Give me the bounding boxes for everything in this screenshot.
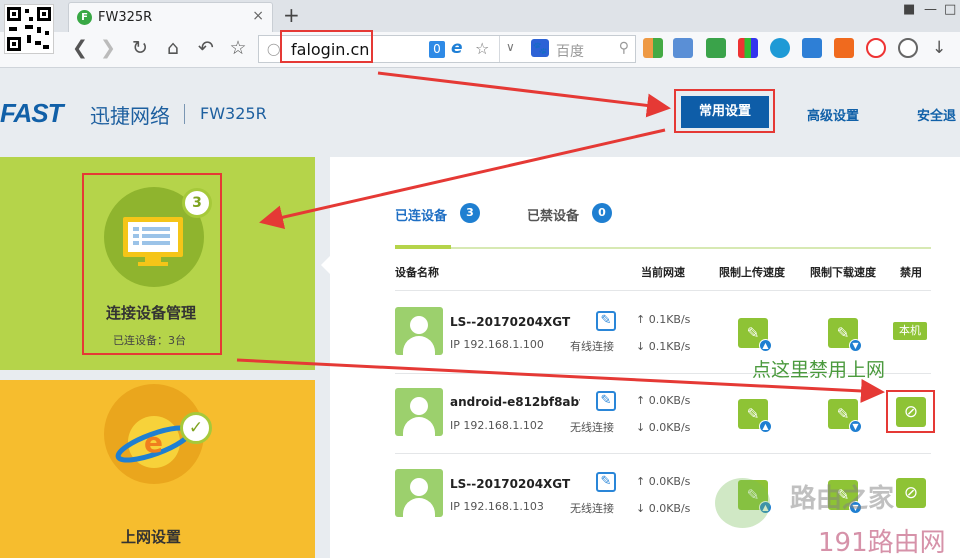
connection-type: 无线连接 xyxy=(570,421,614,434)
device-ip: IP 192.168.1.100 xyxy=(450,338,544,351)
edit-icon[interactable]: ✎ xyxy=(596,391,616,411)
cloud-icon[interactable] xyxy=(898,38,918,58)
check-icon: ✓ xyxy=(180,412,212,444)
device-ip: IP 192.168.1.102 xyxy=(450,419,544,432)
search-input[interactable]: 百度 xyxy=(556,41,584,61)
user-avatar-icon xyxy=(395,469,443,517)
refresh-icon[interactable]: ↻ xyxy=(128,37,152,59)
addr-badge[interactable]: 0 xyxy=(429,41,445,58)
menu-logout[interactable]: 安全退 xyxy=(917,105,956,124)
upload-speed: ↑ 0.0KB/s xyxy=(636,475,691,488)
ban-highlight-box xyxy=(886,390,935,433)
router-model: FW325R xyxy=(200,104,267,123)
browser-tab[interactable]: F FW325R × xyxy=(68,2,273,32)
tab-active-indicator xyxy=(395,245,451,249)
edit-icon[interactable]: ✎ xyxy=(596,472,616,492)
download-icon[interactable]: ↓ xyxy=(932,38,946,58)
brand-divider xyxy=(184,104,185,124)
browser-tabbar: F FW325R × + ■ — □ xyxy=(0,0,960,32)
apps-grid-icon[interactable] xyxy=(643,38,663,58)
watermark-logo-icon xyxy=(715,478,770,528)
arrow-up-icon: ▲ xyxy=(759,339,772,352)
minimize-icon[interactable]: — xyxy=(924,2,937,17)
maximize-icon[interactable]: □ xyxy=(944,2,956,17)
download-speed: ↓ 0.0KB/s xyxy=(636,502,691,515)
tab-close-icon[interactable]: × xyxy=(252,8,264,24)
download-limit-button[interactable]: ✎ ▼ xyxy=(828,399,862,433)
svg-text:e: e xyxy=(144,426,163,459)
device-ip: IP 192.168.1.103 xyxy=(450,500,544,513)
shirt-icon[interactable]: ■ xyxy=(903,2,915,17)
download-speed: ↓ 0.0KB/s xyxy=(636,421,691,434)
header-device-name: 设备名称 xyxy=(395,266,439,279)
watermark-text: 路由之家 xyxy=(790,484,895,514)
header-download-limit: 限制下载速度 xyxy=(810,266,876,279)
ie-mode-icon[interactable]: e xyxy=(451,38,463,58)
security-shield-icon: ◯ xyxy=(267,42,281,56)
baidu-paw-icon[interactable]: 🐾 xyxy=(531,39,549,57)
tab-blocked-devices[interactable]: 已禁设备 xyxy=(527,205,579,224)
user-avatar-icon xyxy=(395,307,443,355)
connection-type: 无线连接 xyxy=(570,502,614,515)
local-device-tag: 本机 xyxy=(893,322,927,340)
card-internet-settings[interactable]: e ✓ 上网设置 xyxy=(0,380,315,558)
tab-title: FW325R xyxy=(98,10,153,25)
tab-underline xyxy=(395,247,931,249)
search-icon[interactable]: ⚲ xyxy=(619,40,629,56)
download-limit-button[interactable]: ✎ ▼ xyxy=(828,318,862,352)
home-icon[interactable]: ⌂ xyxy=(161,37,185,59)
divider xyxy=(395,453,931,454)
menu-advanced-settings[interactable]: 高级设置 xyxy=(807,105,859,124)
edit-icon[interactable]: ✎ xyxy=(596,311,616,331)
device-name: LS--20170204XGT xyxy=(450,315,571,329)
upload-speed: ↑ 0.0KB/s xyxy=(636,394,691,407)
forward-icon[interactable]: ❯ xyxy=(96,37,120,59)
watermark-site: 191路由网 xyxy=(818,528,946,558)
yen-icon[interactable] xyxy=(706,38,726,58)
brand-logo: FAST xyxy=(0,98,63,128)
blocked-count-badge: 0 xyxy=(592,203,612,223)
fast-favicon-icon: F xyxy=(77,10,92,25)
new-tab-icon[interactable]: + xyxy=(283,3,300,27)
header-upload-limit: 限制上传速度 xyxy=(719,266,785,279)
favorite-star-icon[interactable]: ☆ xyxy=(475,39,489,58)
tools-icon[interactable] xyxy=(834,38,854,58)
bookmark-star-icon[interactable]: ☆ xyxy=(226,37,250,59)
arrow-down-icon: ▼ xyxy=(849,420,862,433)
internet-settings-title: 上网设置 xyxy=(121,528,182,546)
upload-limit-button[interactable]: ✎ ▲ xyxy=(738,318,772,352)
tab-connected-devices[interactable]: 已连设备 xyxy=(395,205,447,224)
connected-count-badge: 3 xyxy=(460,203,480,223)
addr-divider xyxy=(499,36,500,62)
translate-icon[interactable] xyxy=(673,38,693,58)
qr-code-icon xyxy=(4,4,54,54)
device-name: LS--20170204XGT xyxy=(450,477,571,491)
upload-speed: ↑ 0.1KB/s xyxy=(636,313,691,326)
download-speed: ↓ 0.1KB/s xyxy=(636,340,691,353)
undo-icon[interactable]: ↶ xyxy=(194,37,218,59)
ban-device-button[interactable]: ⊘ xyxy=(896,478,926,508)
header-ban: 禁用 xyxy=(900,266,922,279)
header-current-speed: 当前网速 xyxy=(641,266,685,279)
card-highlight-box xyxy=(82,173,222,355)
brand-name: 迅捷网络 xyxy=(90,104,170,128)
user-avatar-icon xyxy=(395,388,443,436)
url-highlight-box xyxy=(280,30,373,63)
color-blocks-icon[interactable] xyxy=(738,38,758,58)
divider xyxy=(395,290,931,291)
arrow-up-icon: ▲ xyxy=(759,420,772,433)
panel-pointer xyxy=(321,256,330,274)
arrow-down-icon: ▼ xyxy=(849,339,862,352)
chevron-down-icon[interactable]: ∨ xyxy=(506,40,515,54)
device-name: android-e812bf8abf0a xyxy=(450,395,580,409)
menu-highlight-box xyxy=(674,89,775,133)
back-icon[interactable]: ❮ xyxy=(68,37,92,59)
connection-type: 有线连接 xyxy=(570,340,614,353)
annotation-text: 点这里禁用上网 xyxy=(752,359,886,381)
eye-icon[interactable] xyxy=(770,38,790,58)
grid-icon[interactable] xyxy=(802,38,822,58)
upload-limit-button[interactable]: ✎ ▲ xyxy=(738,399,772,433)
play-icon[interactable] xyxy=(866,38,886,58)
